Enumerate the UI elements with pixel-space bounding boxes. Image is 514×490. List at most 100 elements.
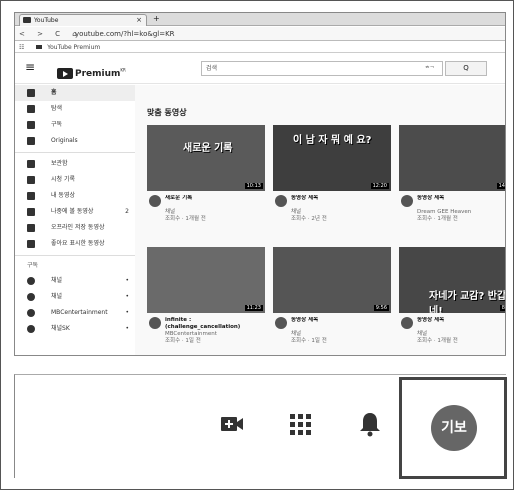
your-videos-icon [27,192,35,200]
video-thumbnail[interactable]: 새로운 기록 10:13 [147,125,265,191]
play-logo-icon [57,68,73,79]
subscription-item[interactable]: 채널SK • [15,321,135,337]
menu-icon[interactable]: ≡ [25,60,35,74]
channel-avatar-icon[interactable] [275,195,287,207]
channel-name: 채널 [51,293,63,300]
channel-name[interactable]: Dream GEE Heaven [417,209,505,216]
nav-buttons[interactable]: < > C ⌂ [19,27,82,41]
video-card[interactable]: 14:14 동영상 제목Dream GEE Heaven조회수 · 1개월 전 [399,125,505,223]
sidebar-item[interactable]: Originals [15,133,135,149]
close-tab-icon[interactable]: × [136,15,142,26]
bookmark-item[interactable]: YouTube Premium [47,44,100,51]
sidebar-item-label: 탐색 [51,105,63,112]
video-thumbnail[interactable]: 9:56 [273,247,391,313]
sidebar-divider [15,152,135,153]
sidebar-item[interactable]: 오프라인 저장 동영상 [15,220,135,236]
history-icon [27,176,35,184]
new-tab-button[interactable]: + [153,14,160,24]
thumbnail-caption: 새로운 기록 [183,143,233,154]
url-field[interactable]: youtube.com/?hl=ko&gl=KR [75,27,175,41]
channel-avatar-icon[interactable] [149,317,161,329]
channel-name[interactable]: 채널 [291,331,391,338]
apps-icon[interactable]: ☷ [19,44,24,51]
channel-name[interactable]: 채널 [417,331,505,338]
video-title[interactable]: 새로운 기록 [165,195,265,209]
channel-avatar-icon[interactable] [275,317,287,329]
channel-name: 채널 [51,277,63,284]
video-meta: 동영상 제목 채널 조회수 · 2년 전 [273,195,391,223]
video-title[interactable]: 동영상 제목 [291,195,391,209]
sidebar-item-label: 오프라인 저장 동영상 [51,224,105,231]
thumbnail-caption: 자네가 교감? 반갑네! [429,291,506,313]
sidebar-item[interactable]: 탐색 [15,101,135,117]
notifications-bell-icon[interactable] [357,411,383,437]
section-title: 맞춤 동영상 [147,108,187,117]
video-card[interactable]: 11:23 infinite : (challenge_cancellation)… [147,247,265,345]
account-avatar-button[interactable]: 기보 [431,405,477,451]
video-stats: 조회수 · 1개월 전 [417,216,458,222]
video-meta: 동영상 제목 Dream GEE Heaven 조회수 · 1개월 전 [399,195,505,223]
video-duration: 14:14 [496,183,505,189]
channel-name: 채널SK [51,325,70,332]
new-content-dot: • [125,309,129,316]
subscription-item[interactable]: 채널 • [15,289,135,305]
video-card[interactable]: 자네가 교감? 반갑네!8:05 동영상 제목채널조회수 · 1개월 전 [399,247,506,345]
youtube-logo[interactable]: PremiumKR [57,63,126,79]
channel-avatar-icon [27,309,35,317]
sidebar-item[interactable]: 보관함 [15,156,135,172]
sidebar-item-label: 시청 기록 [51,176,75,183]
search-button[interactable]: Q [445,61,487,76]
video-title[interactable]: 동영상 제목 [417,317,505,331]
channel-name[interactable]: 채널 [291,209,391,216]
video-duration: 10:13 [244,183,263,189]
sidebar-item-label: Originals [51,137,78,144]
sidebar-item[interactable]: 좋아요 표시한 동영상 [15,236,135,252]
video-thumbnail[interactable]: 자네가 교감? 반갑네!8:05 [399,247,506,313]
channel-avatar-icon [27,293,35,301]
browser-screenshot: YouTube × + < > C ⌂ youtube.com/?hl=ko&g… [14,12,506,356]
video-stats: 조회수 · 1개월 전 [417,338,458,344]
video-duration: 11:23 [244,305,263,311]
video-meta: 동영상 제목 채널 조회수 · 1일 전 [273,317,391,345]
youtube-header: ≡ PremiumKR 검색 ᄒᄀ Q [15,54,505,84]
video-stats: 조회수 · 1일 전 [291,338,327,344]
subscription-item[interactable]: 채널 • [15,273,135,289]
video-title[interactable]: 동영상 제목 [291,317,391,331]
sidebar-item[interactable]: 내 동영상 [15,188,135,204]
bookmark-favicon-icon [36,45,43,49]
sidebar-item[interactable]: 시청 기록 [15,172,135,188]
youtube-favicon-icon [23,17,31,23]
video-meta: 동영상 제목 채널 조회수 · 1개월 전 [399,317,505,345]
video-title[interactable]: 동영상 제목 [417,195,505,209]
apps-grid-icon[interactable] [287,411,313,437]
new-content-dot: • [125,325,129,332]
video-card[interactable]: 새로운 기록 10:13 새로운 기록 채널 조회수 · 1개월 전 [147,125,265,223]
sidebar-item-label: 나중에 볼 동영상 [51,208,94,215]
video-thumbnail[interactable]: 이 남 자 뭐 예 요? 12:20 [273,125,391,191]
sidebar-item[interactable]: 구독 [15,117,135,133]
sidebar-item-count: 2 [125,208,129,215]
subscription-item[interactable]: MBCentertainment • [15,305,135,321]
channel-name[interactable]: MBCentertainment [165,331,265,338]
video-card[interactable]: 9:56 동영상 제목 채널 조회수 · 1일 전 [273,247,391,345]
video-card[interactable]: 이 남 자 뭐 예 요? 12:20 동영상 제목 채널 조회수 · 2년 전 [273,125,391,223]
video-stats: 조회수 · 1일 전 [165,338,201,344]
channel-avatar-icon[interactable] [149,195,161,207]
video-meta: 새로운 기록 채널 조회수 · 1개월 전 [147,195,265,223]
create-video-icon[interactable] [219,411,245,437]
video-title[interactable]: infinite : (challenge_cancellation) [165,317,265,331]
keyboard-icon[interactable]: ᄒᄀ [425,65,434,72]
watch-later-icon [27,208,35,216]
channel-name[interactable]: 채널 [165,209,265,216]
video-thumbnail[interactable]: 14:14 [399,125,505,191]
tab-bar: YouTube × + [15,13,505,26]
video-thumbnail[interactable]: 11:23 [147,247,265,313]
sidebar-item[interactable]: 홈 [15,85,135,101]
channel-avatar-icon[interactable] [401,195,413,207]
channel-avatar-icon[interactable] [401,317,413,329]
search-input[interactable]: 검색 [201,61,443,76]
sidebar-item[interactable]: 나중에 볼 동영상 2 [15,204,135,220]
sidebar-item-label: 내 동영상 [51,192,75,199]
thumbnail-caption: 이 남 자 뭐 예 요? [293,135,372,146]
browser-tab[interactable]: YouTube × [19,14,147,26]
